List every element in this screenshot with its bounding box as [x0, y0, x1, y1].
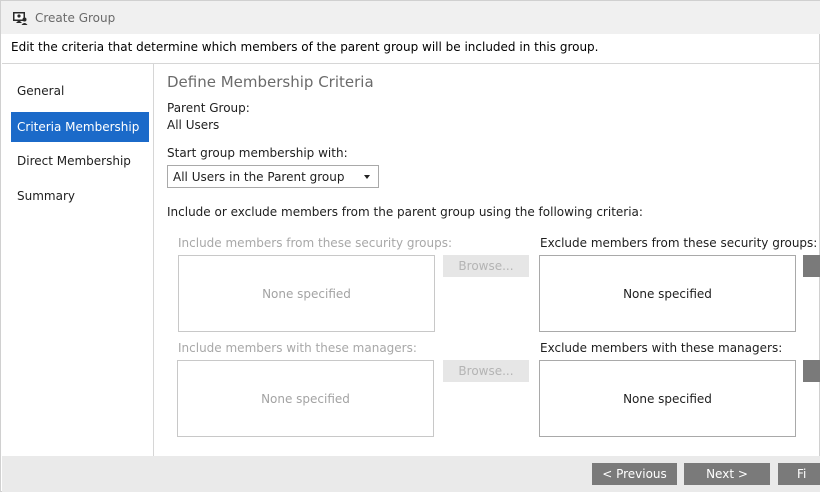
previous-button[interactable]: < Previous	[592, 463, 677, 485]
instruction-text: Edit the criteria that determine which m…	[11, 40, 599, 54]
exclude-groups-browse-button[interactable]	[803, 255, 820, 277]
finish-button[interactable]: Fi	[778, 463, 820, 485]
sidebar-item-summary[interactable]: Summary	[11, 181, 149, 211]
chevron-down-icon	[364, 175, 370, 179]
exclude-managers-list[interactable]: None specified	[539, 360, 796, 437]
sidebar-item-label: Criteria Membership	[17, 120, 140, 134]
start-membership-label: Start group membership with:	[167, 146, 348, 160]
include-groups-empty-text: None specified	[262, 286, 351, 301]
sidebar-item-general[interactable]: General	[11, 76, 149, 106]
exclude-managers-label: Exclude members with these managers:	[540, 341, 783, 355]
window-title: Create Group	[35, 11, 116, 25]
exclude-groups-label: Exclude members from these security grou…	[540, 236, 818, 250]
sidebar-item-label: Summary	[17, 189, 75, 203]
start-membership-dropdown[interactable]: All Users in the Parent group	[167, 165, 379, 188]
page-title: Define Membership Criteria	[167, 73, 374, 91]
dropdown-value: All Users in the Parent group	[173, 169, 345, 184]
include-groups-list[interactable]: None specified	[178, 255, 435, 332]
parent-group-value: All Users	[167, 118, 220, 132]
sidebar-divider	[153, 64, 154, 456]
group-icon	[13, 12, 28, 25]
sidebar-item-label: Direct Membership	[17, 154, 131, 168]
create-group-window: Create Group Edit the criteria that dete…	[0, 0, 820, 492]
sidebar-item-label: General	[17, 84, 65, 98]
sidebar-item-direct-membership[interactable]: Direct Membership	[11, 146, 149, 176]
include-managers-list[interactable]: None specified	[177, 360, 434, 437]
exclude-groups-list[interactable]: None specified	[539, 255, 796, 332]
sidebar-item-criteria-membership[interactable]: Criteria Membership	[11, 112, 149, 142]
exclude-groups-empty-text: None specified	[623, 286, 712, 301]
include-managers-label: Include members with these managers:	[178, 341, 417, 355]
title-bar: Create Group	[1, 1, 820, 34]
criteria-intro-text: Include or exclude members from the pare…	[167, 205, 643, 219]
exclude-managers-empty-text: None specified	[623, 391, 712, 406]
include-managers-empty-text: None specified	[261, 391, 350, 406]
include-groups-label: Include members from these security grou…	[178, 236, 453, 250]
include-groups-browse-button[interactable]: Browse...	[443, 255, 529, 277]
header-divider	[2, 63, 820, 64]
include-managers-browse-button[interactable]: Browse...	[443, 360, 529, 382]
exclude-managers-browse-button[interactable]	[803, 360, 820, 382]
parent-group-label: Parent Group:	[167, 101, 250, 115]
next-button[interactable]: Next >	[684, 463, 770, 485]
